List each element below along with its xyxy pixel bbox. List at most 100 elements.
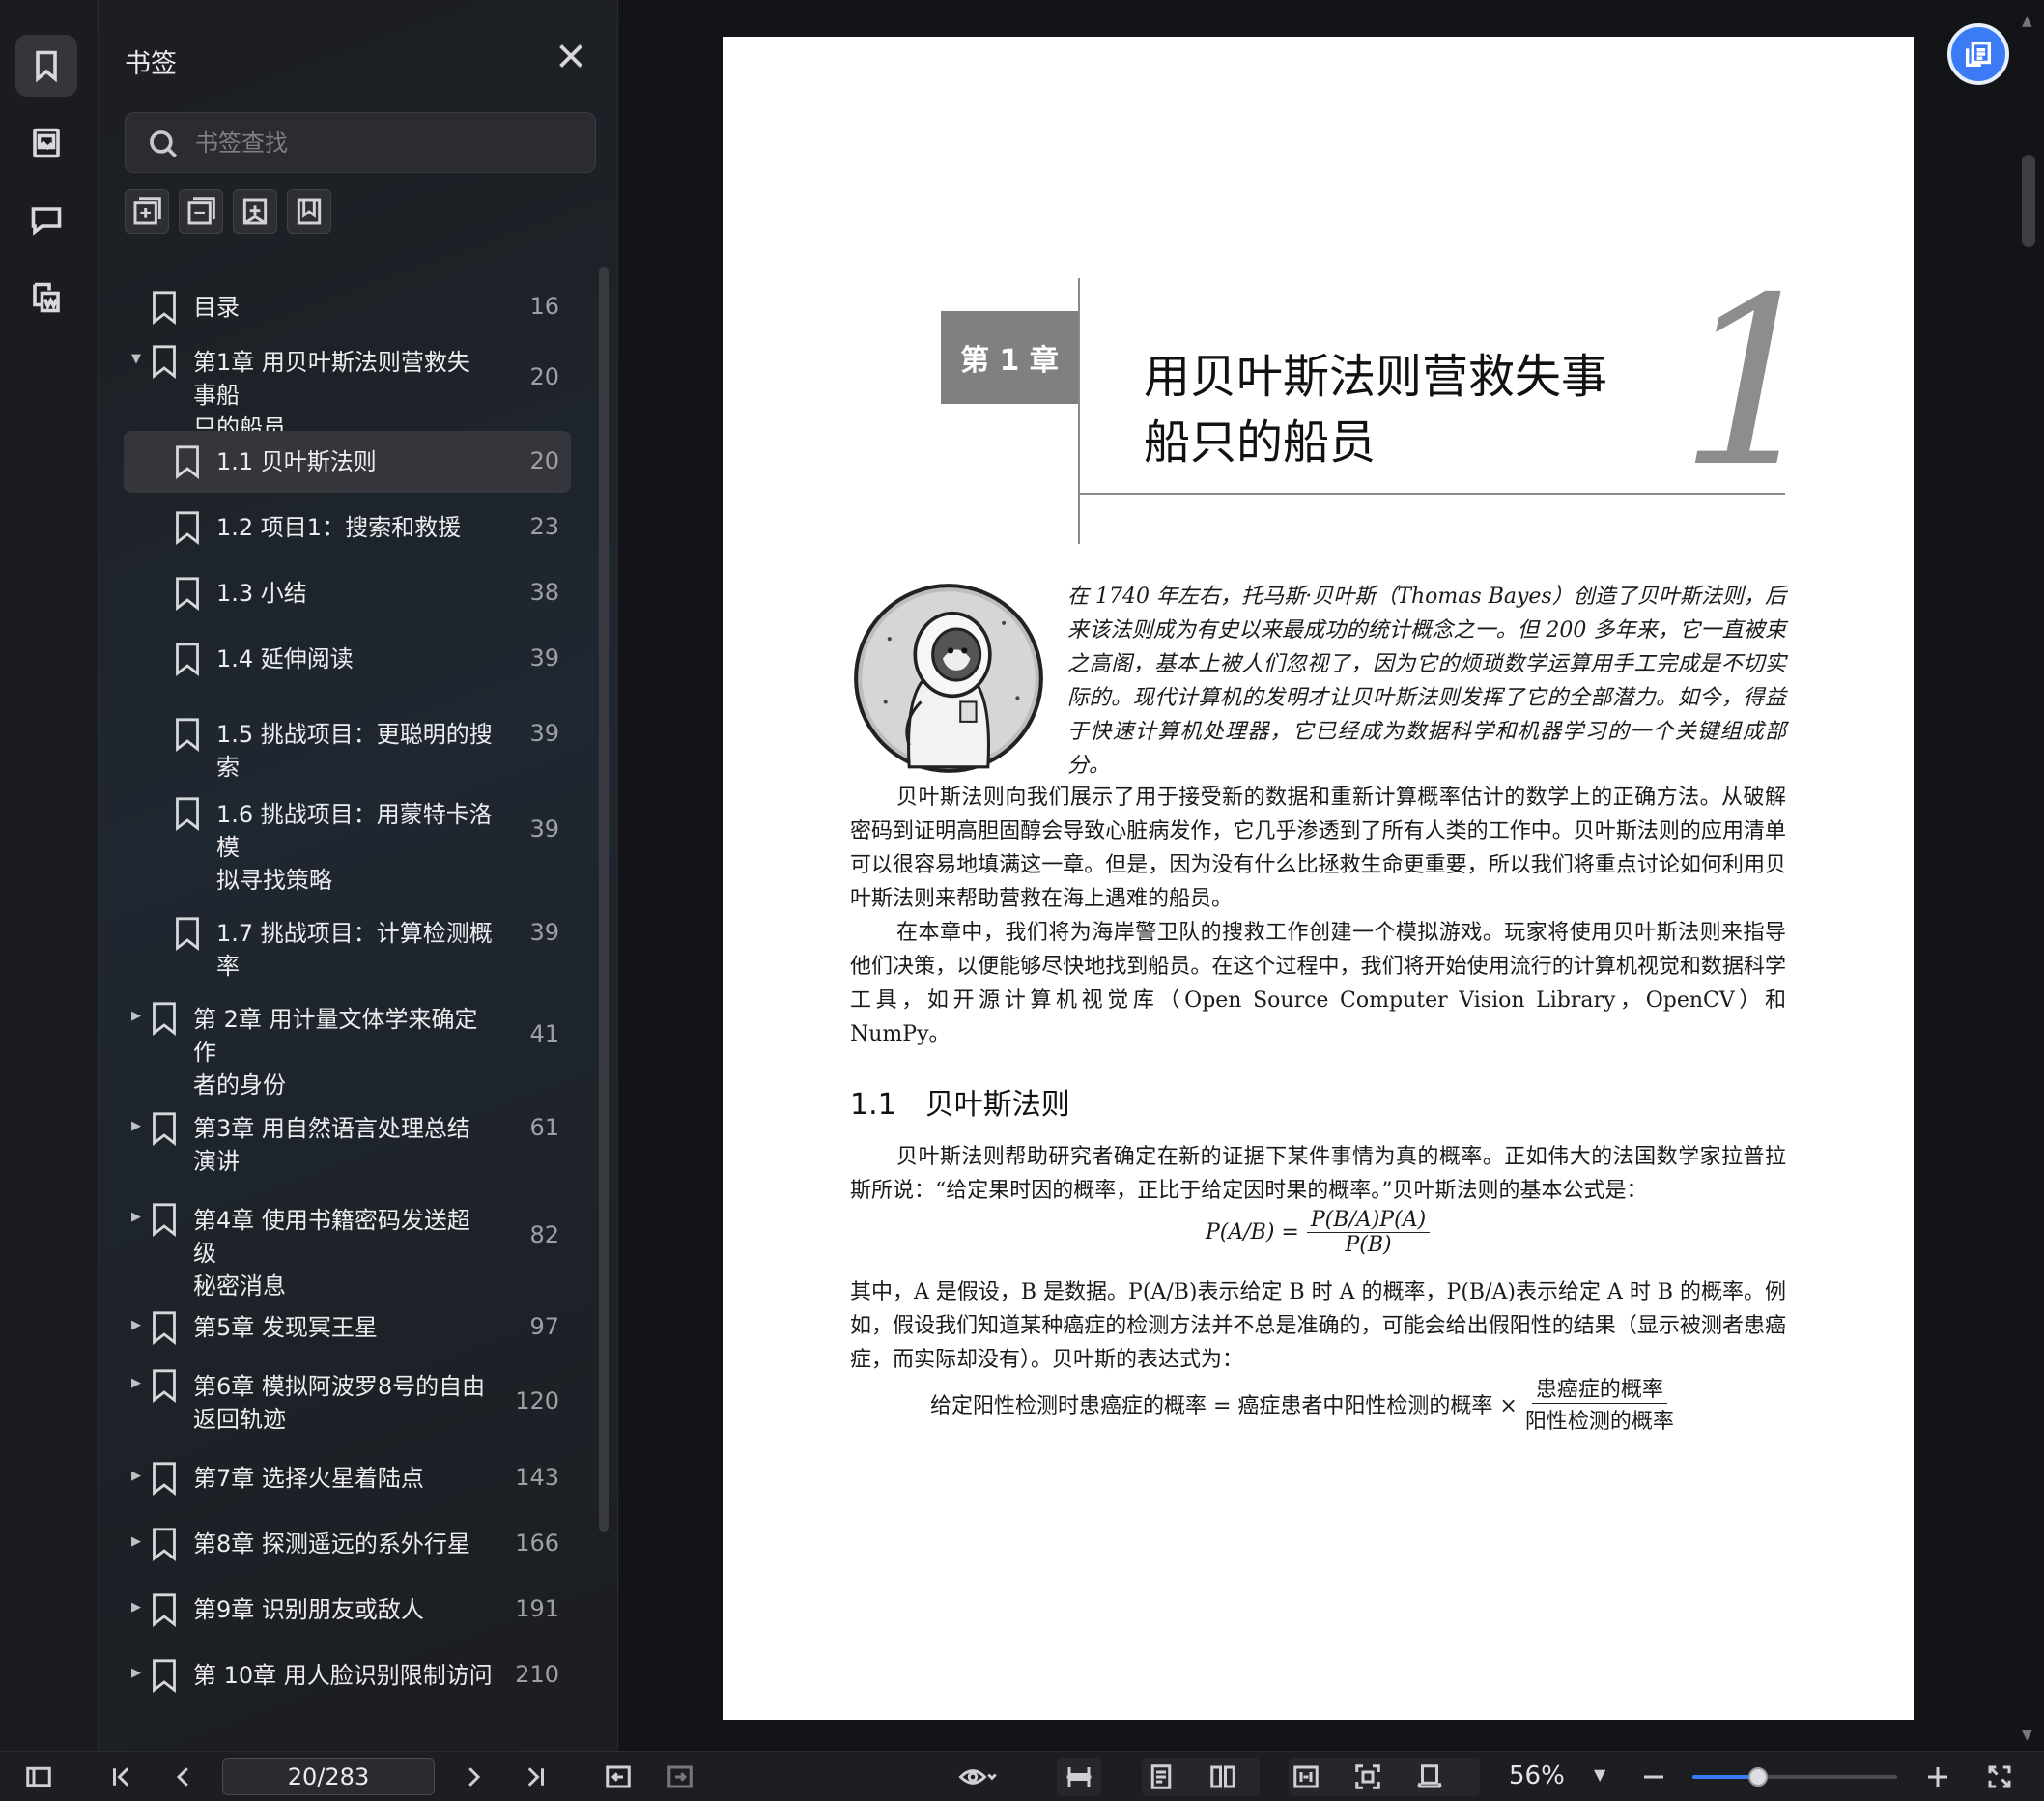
bookmark-label: 第9章 识别朋友或敌人 [193,1596,424,1623]
first-page-button[interactable] [104,1759,139,1794]
bookmark-item[interactable]: ▶ 第 2章 用计量文体学来确定作 者的身份 41 [124,995,571,1099]
toggle-sidebar-button[interactable] [21,1759,56,1794]
bookmark-item[interactable]: ▶ 第8章 探测遥远的系外行星 166 [124,1513,571,1575]
bookmark-label: 1.1 贝叶斯法则 [216,448,377,475]
caret-right-icon[interactable]: ▶ [131,1666,141,1680]
forward-arrow-icon [667,1765,693,1788]
two-page-button[interactable] [1206,1759,1240,1794]
bookmark-item[interactable]: ▶ 第3章 用自然语言处理总结演讲 61 [124,1098,571,1175]
body-paragraph: 贝叶斯法则向我们展示了用于接受新的数据和重新计算概率估计的数学上的正确方法。从破… [850,786,1786,911]
chapter-number: 1 [1679,247,1827,518]
bookmark-item[interactable]: 1.3 小结 38 [124,562,571,624]
chapter-title: 用贝叶斯法则营救失事 船只的船员 [1144,350,1608,470]
formula-fraction: P(B/A)P(A) P(B) [1306,1208,1431,1257]
floating-translate-button[interactable] [1947,23,2009,85]
zoom-out-button[interactable] [1636,1759,1671,1794]
bookmark-page-number: 39 [529,815,559,843]
back-button[interactable] [601,1759,636,1794]
caret-right-icon[interactable]: ▶ [131,1119,141,1133]
bookmark-item[interactable]: 1.5 挑战项目：更聪明的搜索 39 [124,703,571,781]
last-page-button[interactable] [518,1759,553,1794]
scroll-up-arrow[interactable]: ▲ [2022,14,2032,29]
body-paragraph: 在本章中，我们将为海岸警卫队的搜救工作创建一个模拟游戏。玩家将使用贝叶斯法则来指… [850,921,1786,1046]
bookmark-item[interactable]: 1.4 延伸阅读 39 [124,628,571,690]
bookmark-label: 第 2章 用计量文体学来确定作 者的身份 [193,1006,478,1099]
next-page-button[interactable] [456,1759,491,1794]
signature-tab-button[interactable] [15,267,77,329]
page-rotate-icon [1417,1764,1442,1788]
bookmark-item[interactable]: 1.2 项目1：搜索和救援 23 [124,497,571,558]
caret-down-icon[interactable]: ▼ [131,352,141,366]
bookmark-page-number: 23 [529,513,559,540]
bookmark-label: 1.3 小结 [216,580,307,607]
body-paragraph: 其中，A 是假设，B 是数据。P(A/B)表示给定 B 时 A 的概率，P(B/… [850,1280,1786,1372]
single-page-button[interactable] [1144,1759,1178,1794]
caret-right-icon[interactable]: ▶ [131,1318,141,1332]
zoom-slider[interactable] [1692,1767,1897,1787]
page-number-input[interactable]: 20/283 [222,1758,435,1795]
bookmark-item[interactable]: 1.6 挑战项目：用蒙特卡洛模 拟寻找策略 39 [124,790,571,894]
minus-icon [1644,1775,1663,1779]
caret-right-icon[interactable]: ▶ [131,1210,141,1224]
bookmark-item[interactable]: ▶ 第7章 选择火星着陆点 143 [124,1447,571,1509]
bookmark-icon [174,510,201,546]
fullscreen-button[interactable] [1982,1759,2017,1794]
bookmark-icon [174,642,201,677]
annotation-tab-button[interactable] [15,189,77,251]
bookmark-item[interactable]: 1.7 挑战项目：计算检测概率 39 [124,902,571,980]
bookmark-list: 目录 16 ▼ 第1章 用贝叶斯法则营救失事船 只的船员 20 1.1 贝叶斯法则 20 1.… [99,0,618,1751]
chevron-right-icon [468,1767,481,1787]
bookmark-label: 第4章 使用书籍密码发送超级 秘密消息 [193,1207,470,1300]
panel-scrollbar[interactable] [599,267,609,1532]
bookmark-item[interactable]: ▶ 第6章 模拟阿波罗8号的自由 返回轨迹 120 [124,1362,571,1445]
cancer-formula: 给定阳性检测时患癌症的概率 = 癌症患者中阳性检测的概率 × 患癌症的概率 阳性… [930,1372,1674,1435]
zoom-in-button[interactable] [1920,1759,1955,1794]
bookmark-icon [151,1001,178,1037]
bookmark-item[interactable]: 1.1 贝叶斯法则 20 [124,431,571,493]
continuous-scroll-button[interactable] [1062,1759,1096,1794]
forward-button[interactable] [663,1759,697,1794]
bookmark-page-number: 41 [529,1020,559,1047]
caret-right-icon[interactable]: ▶ [131,1376,141,1390]
formula-fraction: 患癌症的概率 阳性检测的概率 [1525,1372,1674,1435]
previous-page-button[interactable] [166,1759,201,1794]
scroll-down-arrow[interactable]: ▼ [2022,1728,2032,1743]
bookmark-icon [36,50,57,83]
bottom-toolbar: 20/283 56% ▼ [0,1751,2044,1801]
document-scrollbar[interactable] [2022,155,2035,247]
bookmark-icon [151,290,178,326]
image-icon [33,128,60,158]
fit-width-button[interactable] [1289,1759,1323,1794]
body-paragraph: 贝叶斯法则帮助研究者确定在新的证据下某件事情为真的概率。正如伟大的法国数学家拉普… [850,1145,1786,1203]
zoom-slider-handle[interactable] [1747,1767,1768,1787]
thumbnail-tab-button[interactable] [15,112,77,174]
bookmark-page-number: 143 [515,1464,559,1491]
bookmark-item[interactable]: ▶ 第 10章 用人脸识别限制访问 210 [124,1644,571,1706]
caret-right-icon[interactable]: ▶ [131,1600,141,1615]
bookmark-item[interactable]: ▶ 第9章 识别朋友或敌人 191 [124,1579,571,1641]
bookmark-item[interactable]: ▼ 第1章 用贝叶斯法则营救失事船 只的船员 20 [124,338,571,442]
rotate-page-button[interactable] [1412,1759,1447,1794]
caret-right-icon[interactable]: ▶ [131,1469,141,1483]
bookmark-item[interactable]: ▶ 第5章 发现冥王星 97 [124,1297,571,1358]
view-mode-button[interactable] [951,1759,1005,1794]
bookmark-item[interactable]: ▶ 第4章 使用书籍密码发送超级 秘密消息 82 [124,1196,571,1300]
document-sign-icon [33,282,60,313]
bookmark-item[interactable]: 目录 16 [124,276,571,338]
fit-page-button[interactable] [1350,1759,1385,1794]
intro-paragraph: 在 1740 年左右，托马斯·贝叶斯（Thomas Bayes）创造了贝叶斯法则… [1067,585,1786,778]
zoom-level[interactable]: 56% [1509,1761,1565,1790]
last-page-icon [527,1767,544,1787]
bookmark-icon [151,1111,178,1147]
bookmark-tab-button[interactable] [15,35,77,97]
caret-right-icon[interactable]: ▶ [131,1009,141,1023]
caret-right-icon[interactable]: ▶ [131,1534,141,1549]
bookmark-icon [174,916,201,952]
bookmark-page-number: 97 [529,1313,559,1340]
document-viewer: 第 1 章 用贝叶斯法则营救失事 船只的船员 1 在 1740 年左右，托马斯·… [619,0,2044,1751]
bookmark-icon [174,444,201,480]
zoom-dropdown-icon[interactable]: ▼ [1594,1765,1605,1784]
back-arrow-icon [606,1765,631,1788]
bookmark-panel: 书签 目录16▼第1章 用贝叶斯法则营救失事船 只的船员201.1 贝叶斯法则2… [99,0,618,1751]
bookmark-page-number: 210 [515,1661,559,1688]
